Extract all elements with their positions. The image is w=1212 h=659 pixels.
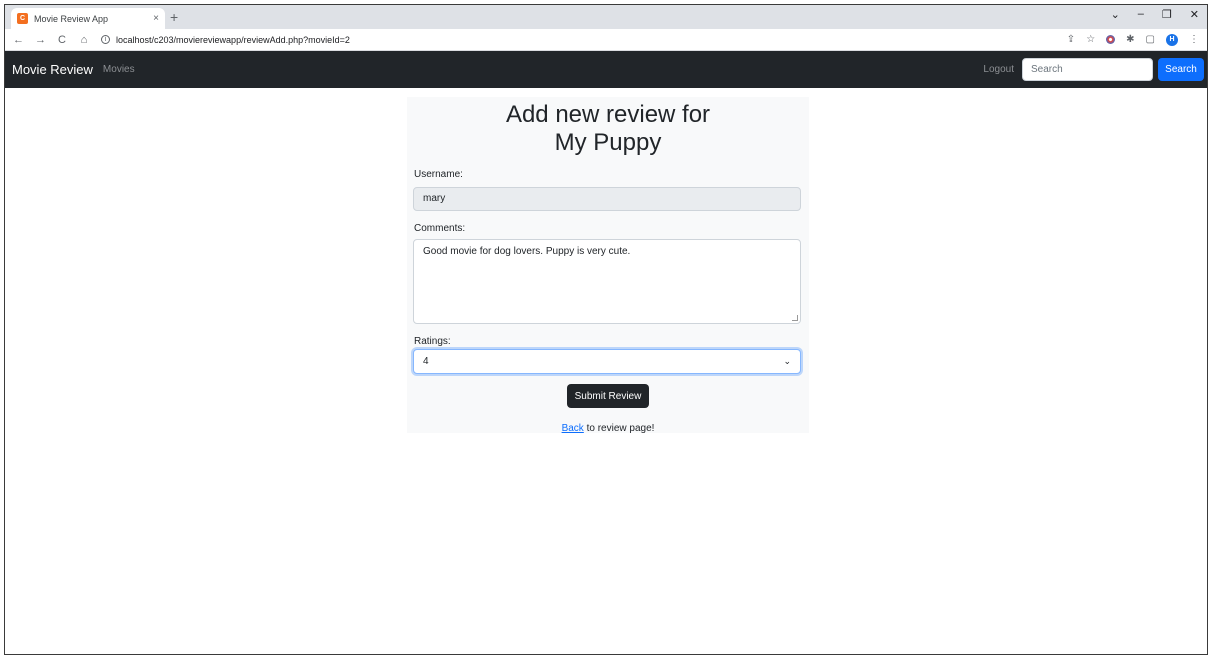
movie-title: My Puppy xyxy=(554,129,662,156)
side-panel-icon[interactable]: ▢ xyxy=(1146,34,1155,45)
close-tab-icon[interactable]: × xyxy=(153,13,159,24)
ratings-select[interactable]: 4 ⌄ xyxy=(413,349,801,374)
page-title-line1: Add new review for xyxy=(505,101,711,128)
browser-tab[interactable]: C Movie Review App × xyxy=(11,8,165,29)
logout-link[interactable]: Logout xyxy=(983,64,1014,75)
comments-label: Comments: xyxy=(414,223,466,234)
bookmark-star-icon[interactable]: ☆ xyxy=(1086,34,1095,45)
home-icon[interactable]: ⌂ xyxy=(79,34,89,46)
url-field[interactable]: i localhost/c203/moviereviewapp/reviewAd… xyxy=(101,35,350,45)
navbar-right: Logout Search xyxy=(983,58,1207,81)
url-text: localhost/c203/moviereviewapp/reviewAdd.… xyxy=(116,34,350,45)
restore-icon[interactable]: ❐ xyxy=(1162,8,1172,21)
back-link[interactable]: Back xyxy=(562,423,584,434)
username-label: Username: xyxy=(414,169,463,180)
share-icon[interactable]: ⇪ xyxy=(1067,34,1075,45)
address-bar: ← → C ⌂ i localhost/c203/moviereviewapp/… xyxy=(5,29,1207,51)
submit-wrapper: Submit Review xyxy=(413,384,803,408)
tab-strip: C Movie Review App × + ⌄ – ❐ ✕ xyxy=(5,5,1207,29)
submit-review-button[interactable]: Submit Review xyxy=(566,384,650,408)
app-favicon-icon: C xyxy=(17,13,28,24)
resize-handle-icon[interactable] xyxy=(792,315,798,321)
browser-menu-icon[interactable]: ⋮ xyxy=(1189,34,1199,45)
reload-icon[interactable]: C xyxy=(57,34,67,46)
comments-text: Good movie for dog lovers. Puppy is very… xyxy=(423,246,631,257)
review-form-card: Add new review for My Puppy Username: ma… xyxy=(407,97,809,434)
back-arrow-icon[interactable]: ← xyxy=(13,34,24,46)
browser-toolbar-icons: ⇪ ☆ ✱ ▢ H ⋮ xyxy=(1067,33,1199,46)
new-tab-button[interactable]: + xyxy=(170,9,178,25)
ratings-label: Ratings: xyxy=(414,336,451,347)
search-input[interactable] xyxy=(1022,58,1153,81)
brand-link[interactable]: Movie Review xyxy=(12,62,93,77)
tab-search-icon[interactable]: ⌄ xyxy=(1111,8,1120,21)
forward-arrow-icon[interactable]: → xyxy=(35,34,46,46)
extensions-puzzle-icon[interactable]: ✱ xyxy=(1126,34,1134,45)
username-field[interactable]: mary xyxy=(413,187,801,211)
minimize-icon[interactable]: – xyxy=(1138,8,1144,21)
site-info-icon[interactable]: i xyxy=(101,35,110,44)
comments-textarea[interactable]: Good movie for dog lovers. Puppy is very… xyxy=(413,239,801,324)
close-window-icon[interactable]: ✕ xyxy=(1190,8,1199,21)
app-navbar: Movie Review Movies Logout Search xyxy=(5,51,1207,88)
nav-movies-link[interactable]: Movies xyxy=(103,64,135,75)
back-line-text: to review page! xyxy=(583,423,655,434)
back-line: Back to review page! xyxy=(413,423,803,434)
ratings-selected-value: 4 xyxy=(423,356,429,367)
profile-avatar[interactable]: H xyxy=(1166,33,1178,46)
window-controls: ⌄ – ❐ ✕ xyxy=(1111,8,1199,21)
page-title: Add new review for My Puppy xyxy=(413,101,803,157)
extension-icon[interactable] xyxy=(1106,35,1116,44)
tab-title: Movie Review App xyxy=(34,13,109,24)
chevron-down-icon: ⌄ xyxy=(783,356,791,366)
search-button[interactable]: Search xyxy=(1158,58,1204,81)
browser-window: C Movie Review App × + ⌄ – ❐ ✕ ← → C ⌂ i… xyxy=(4,4,1208,655)
